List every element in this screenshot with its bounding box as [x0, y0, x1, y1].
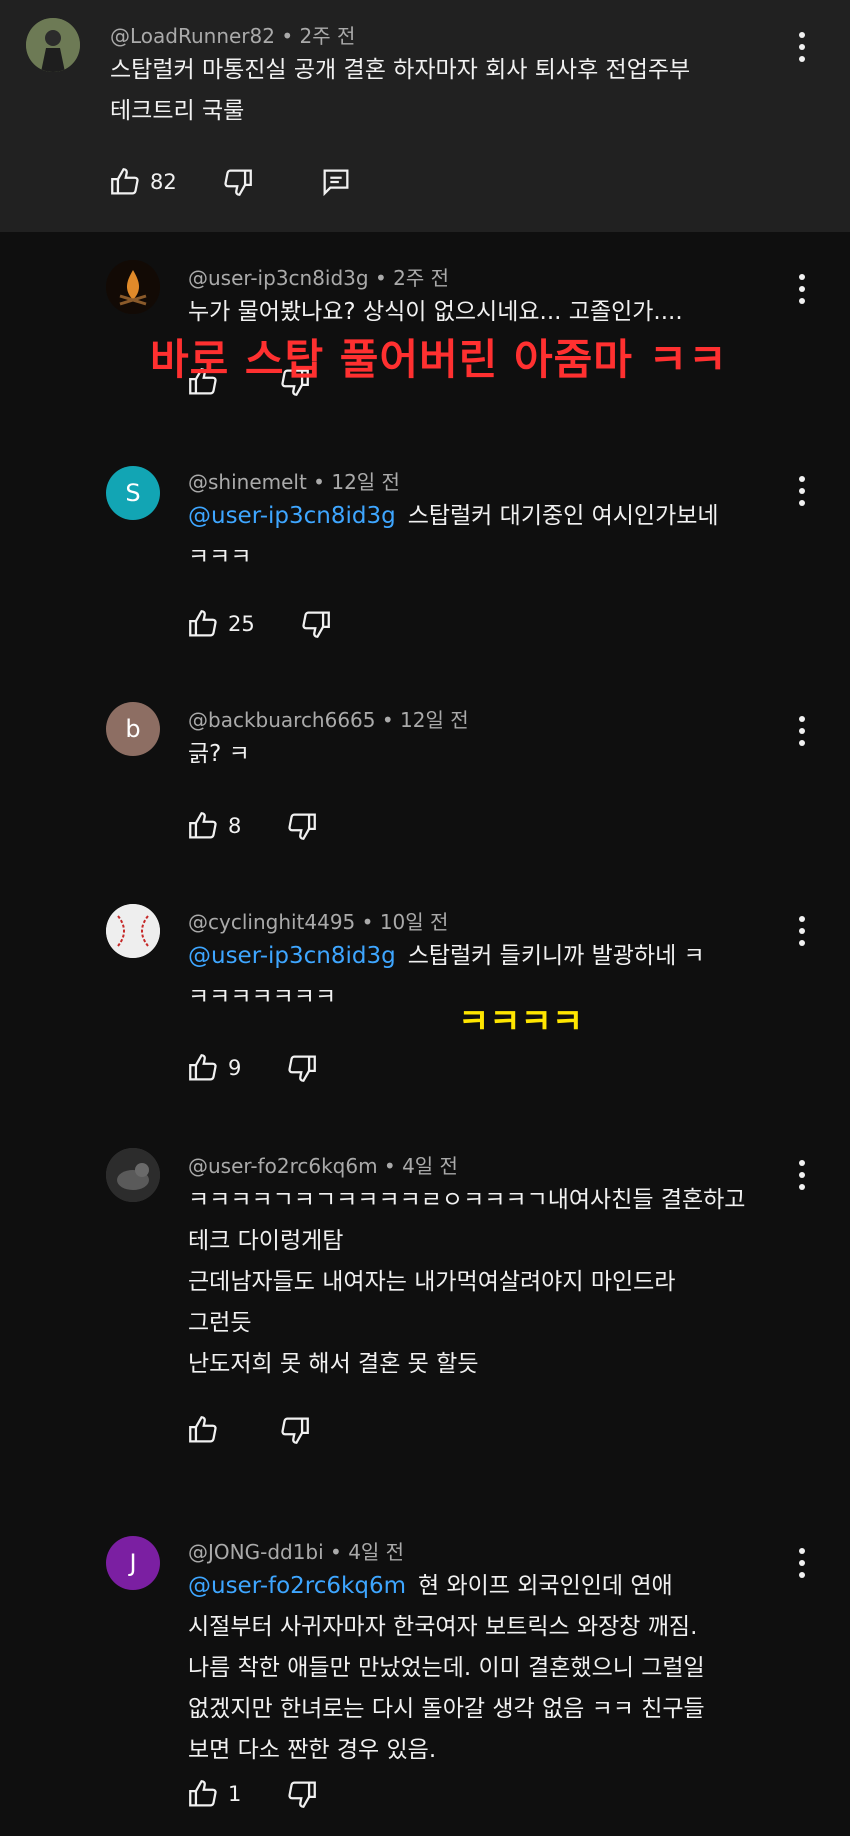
comment-text: ㅋㅋㅋㅋㄱㅋㄱㅋㅋㅋㅋㄹㅇㅋㅋㅋㄱ내여사친들 결혼하고 테크 다이렁게탐 근데남… [188, 1180, 745, 1385]
comment-line: 나름 착한 애들만 만났었는데. 이미 결혼했으니 그럴일 [188, 1655, 705, 1681]
thumbs-up-icon[interactable] [186, 809, 220, 843]
comment-author[interactable]: @user-fo2rc6kq6m [188, 1154, 378, 1178]
thumbs-down-icon[interactable] [278, 1413, 312, 1447]
comment-text: @user-ip3cn8id3g 스탑럴커 대기중인 여시인가보네 ㅋㅋㅋ [188, 496, 719, 578]
mention-link[interactable]: @user-fo2rc6kq6m [188, 1573, 406, 1599]
comment-line: 그런듯 [188, 1310, 252, 1336]
thumbs-up-icon[interactable] [186, 1051, 220, 1085]
more-options-icon[interactable] [798, 916, 806, 950]
comment-meta: @JONG-dd1bi • 4일 전 [188, 1540, 405, 1564]
avatar[interactable] [106, 904, 160, 958]
comment-author[interactable]: @cyclinghit4495 [188, 910, 355, 934]
avatar[interactable]: S [106, 466, 160, 520]
thumbs-down-icon[interactable] [285, 1777, 319, 1811]
comment-line: ㅋㅋㅋㅋㄱㅋㄱㅋㅋㅋㅋㄹㅇㅋㅋㅋㄱ내여사친들 결혼하고 [188, 1187, 746, 1213]
more-options-icon[interactable] [798, 1160, 806, 1194]
thumbs-down-icon[interactable] [221, 165, 255, 199]
comment-line: ㅋㅋㅋㅋㅋㅋㅋ [188, 984, 337, 1010]
comment-time: 4일 전 [402, 1154, 458, 1178]
comment-item: @cyclinghit4495 • 10일 전 @user-ip3cn8id3g… [0, 872, 850, 1112]
comment-time: 2주 전 [393, 266, 450, 290]
comment-line: 테크트리 국룰 [110, 98, 245, 124]
more-options-icon[interactable] [798, 1548, 806, 1582]
comment-actions: 9 [186, 1048, 319, 1088]
comment-author[interactable]: @JONG-dd1bi [188, 1540, 324, 1564]
comment-time: 2주 전 [299, 24, 356, 48]
thumbs-down-icon[interactable] [285, 809, 319, 843]
comment-meta: @cyclinghit4495 • 10일 전 [188, 910, 449, 934]
like-count: 82 [150, 170, 177, 194]
comment-meta: @shinemelt • 12일 전 [188, 470, 400, 494]
comment-line: 없겠지만 한녀로는 다시 돌아갈 생각 없음 ㅋㅋ 친구들 [188, 1696, 705, 1722]
comment-line-text: 스탑럴커 대기중인 여시인가보네 [407, 503, 719, 529]
comment-author[interactable]: @LoadRunner82 [110, 24, 275, 48]
comment-item: @LoadRunner82 • 2주 전 스탑럴커 마통진실 공개 결혼 하자마… [0, 0, 850, 232]
avatar[interactable] [106, 1148, 160, 1202]
overlay-caption-red: 바로 스탑 풀어버린 아줌마 ㅋㅋ [150, 335, 728, 384]
like-count: 25 [228, 612, 255, 636]
thumbs-up-icon[interactable] [186, 1413, 220, 1447]
comment-text: @user-fo2rc6kq6m 현 와이프 외국인인데 연애 시절부터 사귀자마… [188, 1566, 705, 1771]
avatar-letter: J [129, 1549, 137, 1577]
like-count: 9 [228, 1056, 242, 1080]
comment-item: S @shinemelt • 12일 전 @user-ip3cn8id3g 스탑럴… [0, 432, 850, 672]
comment-line-text: 현 와이프 외국인인데 연애 [417, 1573, 673, 1599]
avatar[interactable] [26, 18, 80, 72]
comment-actions: 82 [108, 162, 353, 202]
comment-actions [186, 1410, 312, 1450]
comment-meta: @backbuarch6665 • 12일 전 [188, 708, 469, 732]
comment-text: 긁? ㅋ [188, 734, 250, 775]
thumbs-down-icon[interactable] [299, 607, 333, 641]
avatar[interactable]: b [106, 702, 160, 756]
comment-line: 보면 다소 짠한 경우 있음. [188, 1737, 437, 1763]
comment-line: 시절부터 사귀자마자 한국여자 보트릭스 와장창 깨짐. [188, 1614, 698, 1640]
comment-text: 스탑럴커 마통진실 공개 결혼 하자마자 회사 퇴사후 전업주부 테크트리 국룰 [110, 50, 690, 132]
reply-icon[interactable] [319, 165, 353, 199]
avatar-letter: S [125, 479, 141, 507]
avatar[interactable] [106, 260, 160, 314]
comment-meta: @user-fo2rc6kq6m • 4일 전 [188, 1154, 458, 1178]
comment-actions: 8 [186, 806, 319, 846]
comment-line: @user-fo2rc6kq6m 현 와이프 외국인인데 연애 [188, 1566, 705, 1607]
comment-line-text: 스탑럴커 들키니까 발광하네 ㅋ [407, 943, 705, 969]
comment-time: 10일 전 [379, 910, 449, 934]
comment-time: 12일 전 [400, 708, 469, 732]
like-count: 8 [228, 814, 242, 838]
comment-line: @user-ip3cn8id3g 스탑럴커 대기중인 여시인가보네 [188, 496, 719, 537]
more-options-icon[interactable] [798, 716, 806, 750]
like-count: 1 [228, 1782, 242, 1806]
avatar[interactable]: J [106, 1536, 160, 1590]
mention-link[interactable]: @user-ip3cn8id3g [188, 943, 396, 969]
comment-text: @user-ip3cn8id3g 스탑럴커 들키니까 발광하네 ㅋ ㅋㅋㅋㅋㅋㅋㅋ [188, 936, 705, 1018]
comment-line: @user-ip3cn8id3g 스탑럴커 들키니까 발광하네 ㅋ [188, 936, 705, 977]
comment-meta: @LoadRunner82 • 2주 전 [110, 24, 356, 48]
comment-line: 근데남자들도 내여자는 내가먹여살려야지 마인드라 [188, 1269, 676, 1295]
comment-line: 스탑럴커 마통진실 공개 결혼 하자마자 회사 퇴사후 전업주부 [110, 57, 691, 83]
comment-line: 긁? ㅋ [188, 741, 250, 767]
comment-line: ㅋㅋㅋ [188, 544, 252, 570]
comment-line: 난도저희 못 해서 결혼 못 할듯 [188, 1351, 479, 1377]
overlay-caption-yellow: ㅋㅋㅋㅋ [458, 1002, 584, 1042]
comment-actions: 25 [186, 604, 333, 644]
comment-time: 12일 전 [331, 470, 400, 494]
thumbs-down-icon[interactable] [285, 1051, 319, 1085]
comment-item: b @backbuarch6665 • 12일 전 긁? ㅋ 8 [0, 672, 850, 872]
comment-line: 테크 다이렁게탐 [188, 1228, 344, 1254]
more-options-icon[interactable] [798, 32, 806, 66]
more-options-icon[interactable] [798, 476, 806, 510]
comment-actions: 1 [186, 1774, 319, 1814]
comment-item: @user-fo2rc6kq6m • 4일 전 ㅋㅋㅋㅋㄱㅋㄱㅋㅋㅋㅋㄹㅇㅋㅋㅋ… [0, 1112, 850, 1512]
comment-author[interactable]: @user-ip3cn8id3g [188, 266, 369, 290]
mention-link[interactable]: @user-ip3cn8id3g [188, 503, 396, 529]
comment-meta: @user-ip3cn8id3g • 2주 전 [188, 266, 450, 290]
comment-author[interactable]: @shinemelt [188, 470, 307, 494]
comment-author[interactable]: @backbuarch6665 [188, 708, 376, 732]
more-options-icon[interactable] [798, 274, 806, 308]
comment-item: J @JONG-dd1bi • 4일 전 @user-fo2rc6kq6m 현 와… [0, 1512, 850, 1836]
thumbs-up-icon[interactable] [108, 165, 142, 199]
thumbs-up-icon[interactable] [186, 607, 220, 641]
comment-time: 4일 전 [348, 1540, 405, 1564]
avatar-letter: b [125, 715, 141, 743]
thumbs-up-icon[interactable] [186, 1777, 220, 1811]
